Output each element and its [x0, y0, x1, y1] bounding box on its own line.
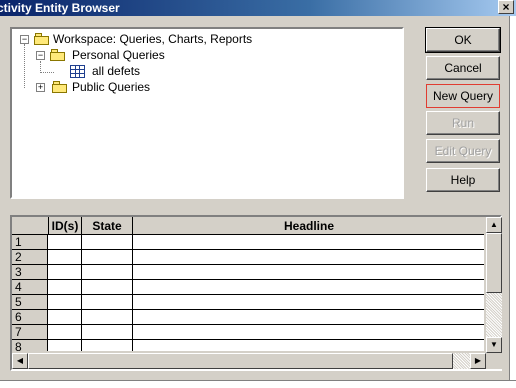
cell-ids[interactable]	[48, 250, 82, 265]
row-number: 6	[12, 310, 48, 325]
cell-state[interactable]	[82, 280, 133, 295]
scroll-up-icon[interactable]: ▲	[486, 217, 502, 233]
close-icon[interactable]: ×	[498, 0, 514, 14]
cell-headline[interactable]	[133, 325, 484, 340]
grid-body: ID(s) State Headline 1 2 3 4 5 6 7 8	[12, 217, 484, 351]
column-header-state[interactable]: State	[82, 217, 133, 235]
results-grid[interactable]: ID(s) State Headline 1 2 3 4 5 6 7 8 ▲ ▼…	[10, 215, 502, 371]
collapse-icon[interactable]: −	[36, 51, 45, 60]
cell-state[interactable]	[82, 235, 133, 250]
row-number: 4	[12, 280, 48, 295]
cell-ids[interactable]	[48, 325, 82, 340]
help-button[interactable]: Help	[426, 168, 500, 192]
cell-ids[interactable]	[48, 235, 82, 250]
cell-state[interactable]	[82, 295, 133, 310]
query-grid-icon	[70, 65, 85, 78]
folder-open-icon	[50, 49, 66, 61]
cell-headline[interactable]	[133, 340, 484, 351]
cell-state[interactable]	[82, 340, 133, 351]
tree-item-label: Workspace: Queries, Charts, Reports	[53, 32, 253, 46]
cell-headline[interactable]	[133, 310, 484, 325]
cell-ids[interactable]	[48, 295, 82, 310]
cell-ids[interactable]	[48, 280, 82, 295]
horizontal-scrollbar[interactable]: ◀ ▶	[12, 353, 486, 369]
tree-item-label: Personal Queries	[72, 48, 165, 62]
new-query-button[interactable]: New Query	[426, 84, 500, 108]
cell-ids[interactable]	[48, 340, 82, 351]
edit-query-button[interactable]: Edit Query	[426, 139, 500, 163]
window-edge-right	[509, 16, 516, 388]
window-edge-bottom	[0, 380, 516, 388]
collapse-icon[interactable]: −	[20, 35, 29, 44]
vertical-scrollbar[interactable]: ▲ ▼	[486, 217, 502, 353]
window-title: ctivity Entity Browser	[0, 1, 120, 15]
scroll-left-icon[interactable]: ◀	[12, 353, 28, 369]
cell-state[interactable]	[82, 325, 133, 340]
expand-icon[interactable]: +	[36, 83, 45, 92]
tree-item-label: Public Queries	[72, 80, 151, 94]
scroll-down-icon[interactable]: ▼	[486, 337, 502, 353]
row-number: 7	[12, 325, 48, 340]
row-number: 1	[12, 235, 48, 250]
row-number: 3	[12, 265, 48, 280]
cell-state[interactable]	[82, 265, 133, 280]
grid-corner-header	[12, 217, 49, 235]
horizontal-scroll-thumb[interactable]	[28, 353, 453, 369]
column-header-ids[interactable]: ID(s)	[49, 217, 82, 235]
cell-headline[interactable]	[133, 250, 484, 265]
folder-icon	[52, 81, 68, 93]
row-number: 8	[12, 340, 48, 351]
tree-item-label: all defets	[92, 64, 141, 78]
cell-headline[interactable]	[133, 235, 484, 250]
cell-ids[interactable]	[48, 310, 82, 325]
title-bar[interactable]: ctivity Entity Browser ×	[0, 0, 516, 16]
cell-ids[interactable]	[48, 265, 82, 280]
cell-headline[interactable]	[133, 295, 484, 310]
cell-state[interactable]	[82, 250, 133, 265]
ok-button[interactable]: OK	[425, 27, 501, 53]
cancel-button[interactable]: Cancel	[426, 56, 500, 80]
scroll-corner	[486, 353, 502, 369]
folder-open-icon	[34, 33, 50, 45]
scroll-right-icon[interactable]: ▶	[470, 353, 486, 369]
run-button[interactable]: Run	[426, 111, 500, 135]
tree-connector	[40, 72, 54, 73]
query-tree[interactable]: − Workspace: Queries, Charts, Reports − …	[10, 27, 404, 199]
cell-state[interactable]	[82, 310, 133, 325]
column-header-headline[interactable]: Headline	[133, 217, 484, 235]
row-number: 5	[12, 295, 48, 310]
row-number: 2	[12, 250, 48, 265]
vertical-scroll-thumb[interactable]	[486, 233, 502, 293]
cell-headline[interactable]	[133, 265, 484, 280]
cell-headline[interactable]	[133, 280, 484, 295]
tree-connector	[24, 44, 25, 88]
